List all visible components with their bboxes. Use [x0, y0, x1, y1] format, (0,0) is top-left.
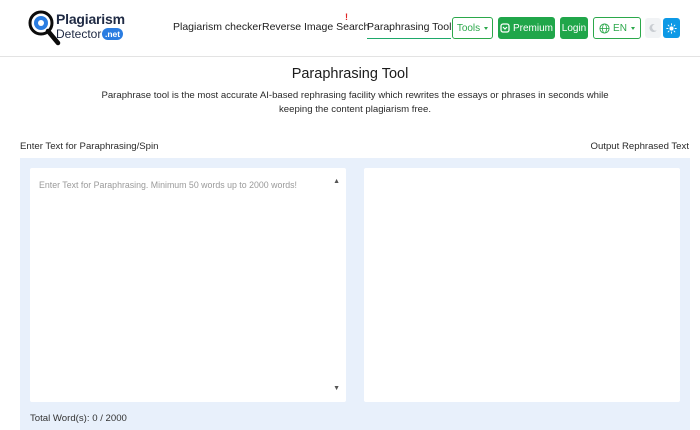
nav-reverse-image-search[interactable]: Reverse Image Search [262, 21, 369, 33]
caret-down-icon [630, 26, 635, 30]
moon-icon [649, 23, 657, 32]
logo-text-top: Plagiarism [56, 11, 125, 27]
word-count: Total Word(s): 0 / 2000 [30, 413, 127, 424]
premium-icon [500, 23, 510, 33]
site-header: Plagiarism Detector .net Plagiarism chec… [0, 0, 700, 57]
dark-theme-toggle[interactable] [645, 18, 661, 38]
nav-plagiarism-checker[interactable]: Plagiarism checker [173, 21, 262, 33]
new-indicator: ! [345, 12, 348, 22]
nav-paraphrasing-tool[interactable]: Paraphrasing Tool [367, 21, 452, 39]
output-textarea[interactable] [364, 168, 680, 402]
input-textarea[interactable]: Enter Text for Paraphrasing. Minimum 50 … [30, 168, 346, 402]
logo-badge: .net [102, 28, 124, 40]
language-label: EN [613, 22, 627, 34]
login-button[interactable]: Login [560, 17, 588, 39]
tools-dropdown[interactable]: Tools [452, 17, 493, 39]
output-label: Output Rephrased Text [590, 141, 690, 152]
premium-button[interactable]: Premium [498, 17, 555, 39]
login-label: Login [561, 22, 587, 34]
language-dropdown[interactable]: EN [593, 17, 641, 39]
premium-label: Premium [512, 22, 553, 34]
caret-down-icon [484, 26, 489, 30]
tools-label: Tools [456, 22, 481, 34]
page-title: Paraphrasing Tool [291, 66, 409, 82]
input-placeholder: Enter Text for Paraphrasing. Minimum 50 … [39, 180, 298, 190]
light-theme-toggle[interactable] [663, 18, 680, 38]
page-description: Paraphrase tool is the most accurate AI-… [101, 90, 609, 115]
input-label: Enter Text for Paraphrasing/Spin [20, 141, 159, 152]
site-logo[interactable]: Plagiarism Detector .net [28, 8, 128, 46]
globe-icon [599, 22, 610, 34]
logo-text-bottom: Detector [56, 27, 102, 41]
sun-icon [666, 22, 677, 34]
scroll-up-icon[interactable]: ▲ [333, 178, 340, 185]
scroll-down-icon[interactable]: ▼ [333, 385, 340, 392]
